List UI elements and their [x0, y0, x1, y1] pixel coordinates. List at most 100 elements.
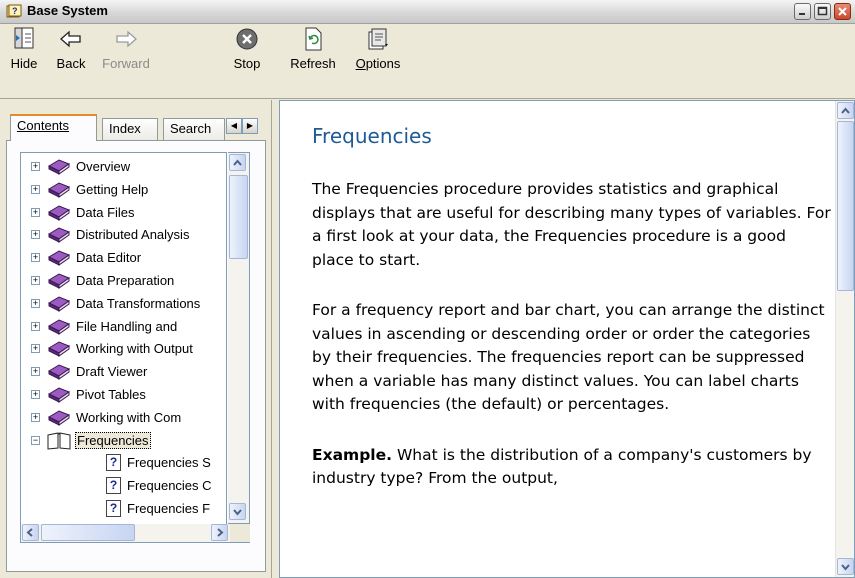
tree-book-overview[interactable]: + Overview — [21, 156, 226, 179]
tree-scroll-right-button[interactable] — [211, 524, 228, 541]
book-icon — [46, 249, 72, 270]
tree-book-label: Data Transformations — [76, 295, 201, 311]
tree-book-label: Data Preparation — [76, 273, 175, 288]
refresh-icon — [305, 27, 322, 51]
tab-scroll-left-button[interactable]: ◀ — [226, 118, 242, 134]
tree-vertical-scrollbar[interactable] — [228, 152, 250, 524]
tree-book-label: Data Editor — [76, 250, 142, 266]
options-label: Options — [355, 56, 401, 71]
expand-icon[interactable]: + — [31, 207, 40, 217]
tree-book-draft-viewer[interactable]: + Draft Viewer — [21, 361, 226, 383]
book-icon — [46, 318, 72, 339]
collapse-icon[interactable]: − — [31, 435, 40, 445]
expand-icon[interactable]: + — [31, 298, 40, 308]
topic-paragraph-1: The Frequencies procedure provides stati… — [312, 180, 831, 269]
tree-scroll-left-button[interactable] — [22, 524, 39, 541]
chevron-right-icon — [217, 528, 224, 537]
topic-example: Example. What is the distribution of a c… — [312, 444, 832, 491]
tab-scroll-right-button[interactable]: ▶ — [242, 118, 258, 134]
hide-button[interactable]: Hide — [2, 27, 46, 93]
chevron-down-icon — [841, 564, 850, 571]
tree-book-file-handling-and[interactable]: + File Handling and — [21, 316, 226, 339]
refresh-label: Refresh — [290, 56, 336, 71]
tree-book-label: Pivot Tables — [76, 387, 146, 402]
back-button[interactable]: Back — [46, 27, 96, 93]
tab-search[interactable]: Search — [163, 118, 225, 140]
minimize-icon — [799, 13, 805, 15]
window-title: Base System — [27, 3, 108, 18]
tree-book-frequencies[interactable]: − Frequencies — [21, 430, 226, 453]
topic-scroll-up-button[interactable] — [837, 102, 854, 119]
tab-index-label: Index — [109, 121, 141, 136]
tab-contents-label: Contents — [17, 118, 70, 133]
tree-book-data-preparation[interactable]: + Data Preparation — [21, 270, 226, 292]
expand-icon[interactable]: + — [31, 162, 40, 171]
forward-label: Forward — [102, 56, 150, 71]
close-button[interactable] — [834, 3, 851, 20]
tree-topic-label: Frequencies C — [127, 478, 212, 494]
topic-scroll-down-button[interactable] — [837, 558, 854, 575]
tab-index[interactable]: Index — [102, 118, 158, 140]
book-icon — [46, 204, 72, 225]
chevron-up-icon — [233, 159, 242, 166]
tree-book-label: Overview — [76, 159, 131, 174]
tree-scroll-thumb[interactable] — [229, 175, 248, 259]
tree-scroll-up-button[interactable] — [229, 154, 246, 171]
expand-icon[interactable]: + — [31, 367, 40, 377]
expand-icon[interactable]: + — [31, 276, 40, 285]
expand-icon[interactable]: + — [31, 344, 40, 354]
topic-pane: Frequencies The Frequencies procedure pr… — [279, 100, 855, 578]
tree-book-working-with-com[interactable]: + Working with Com — [21, 407, 226, 430]
options-button[interactable]: Options — [345, 27, 411, 93]
expand-icon[interactable]: + — [31, 230, 40, 240]
forward-arrow-icon — [116, 30, 137, 48]
expand-icon[interactable]: + — [31, 184, 40, 194]
topic-scroll-thumb[interactable] — [837, 121, 854, 291]
help-book-icon: ? — [6, 4, 22, 18]
refresh-button[interactable]: Refresh — [283, 27, 343, 93]
expand-icon[interactable]: + — [31, 390, 40, 399]
expand-icon[interactable]: + — [31, 412, 40, 422]
options-icon — [368, 28, 388, 50]
tree-book-label: File Handling and — [76, 318, 178, 334]
navigation-pane: Contents Index Search ◀ ▶ + Overview + Gett… — [0, 100, 272, 578]
tree-scroll-down-button[interactable] — [229, 503, 246, 520]
stop-button[interactable]: Stop — [226, 27, 268, 93]
chevron-down-icon — [233, 509, 242, 516]
book-icon — [46, 409, 72, 430]
tree-book-data-transformations[interactable]: + Data Transformations — [21, 293, 226, 315]
svg-text:?: ? — [12, 6, 18, 16]
tree-topic-label: Frequencies S — [127, 455, 211, 471]
open-book-icon — [46, 431, 72, 453]
back-arrow-icon — [60, 30, 81, 48]
stop-icon — [236, 28, 258, 50]
tree-hscroll-thumb[interactable] — [41, 524, 135, 541]
tree-book-pivot-tables[interactable]: + Pivot Tables — [21, 384, 226, 406]
tree-book-getting-help[interactable]: + Getting Help — [21, 179, 226, 201]
chevron-left-icon — [26, 528, 33, 537]
forward-button[interactable]: Forward — [96, 27, 156, 93]
book-icon — [46, 226, 72, 247]
tree-book-data-files[interactable]: + Data Files — [21, 202, 226, 225]
minimize-button[interactable] — [794, 3, 811, 20]
tree-book-data-editor[interactable]: + Data Editor — [21, 247, 226, 270]
book-icon — [46, 158, 72, 179]
maximize-button[interactable] — [814, 3, 831, 20]
topic-content: Frequencies The Frequencies procedure pr… — [312, 124, 832, 518]
topic-title: Frequencies — [312, 124, 432, 148]
tab-contents[interactable]: Contents — [10, 114, 97, 141]
tree-horizontal-scrollbar[interactable] — [20, 524, 250, 543]
topic-vertical-scrollbar[interactable] — [835, 101, 854, 577]
tree-book-working-with-output[interactable]: + Working with Output — [21, 338, 226, 360]
tree-book-label: Draft Viewer — [76, 364, 148, 380]
contents-tree: + Overview + Getting Help + Data Files + Distri… — [20, 152, 227, 541]
tree-book-label: Data Files — [76, 204, 135, 220]
expand-icon[interactable]: + — [31, 321, 40, 331]
hide-label: Hide — [10, 56, 38, 71]
help-topic-icon: ? — [106, 477, 121, 495]
expand-icon[interactable]: + — [31, 253, 40, 263]
tree-book-distributed-analysis[interactable]: + Distributed Analysis — [21, 224, 226, 247]
title-bar: ? Base System — [0, 0, 855, 24]
help-topic-icon: ? — [106, 454, 121, 472]
toolbar: Hide Back Forward Stop Refresh Options — [0, 24, 855, 99]
